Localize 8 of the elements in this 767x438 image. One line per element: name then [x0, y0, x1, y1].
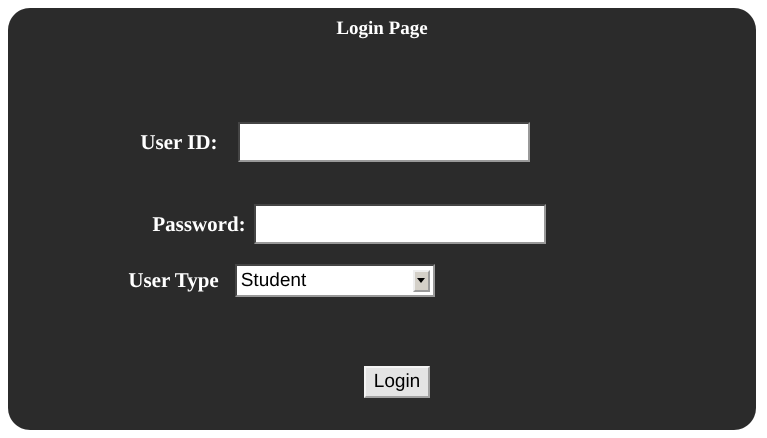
- field-label: User Type: [128, 268, 219, 293]
- field-label: Password:: [152, 212, 246, 236]
- page-title: Login Page: [336, 18, 428, 40]
- user-id-field[interactable]: [238, 122, 530, 162]
- user-type-dropdown[interactable]: Student: [234, 264, 435, 297]
- login-button[interactable]: Login: [364, 366, 430, 398]
- field-label: User ID:: [140, 130, 218, 154]
- password-field[interactable]: [254, 204, 546, 244]
